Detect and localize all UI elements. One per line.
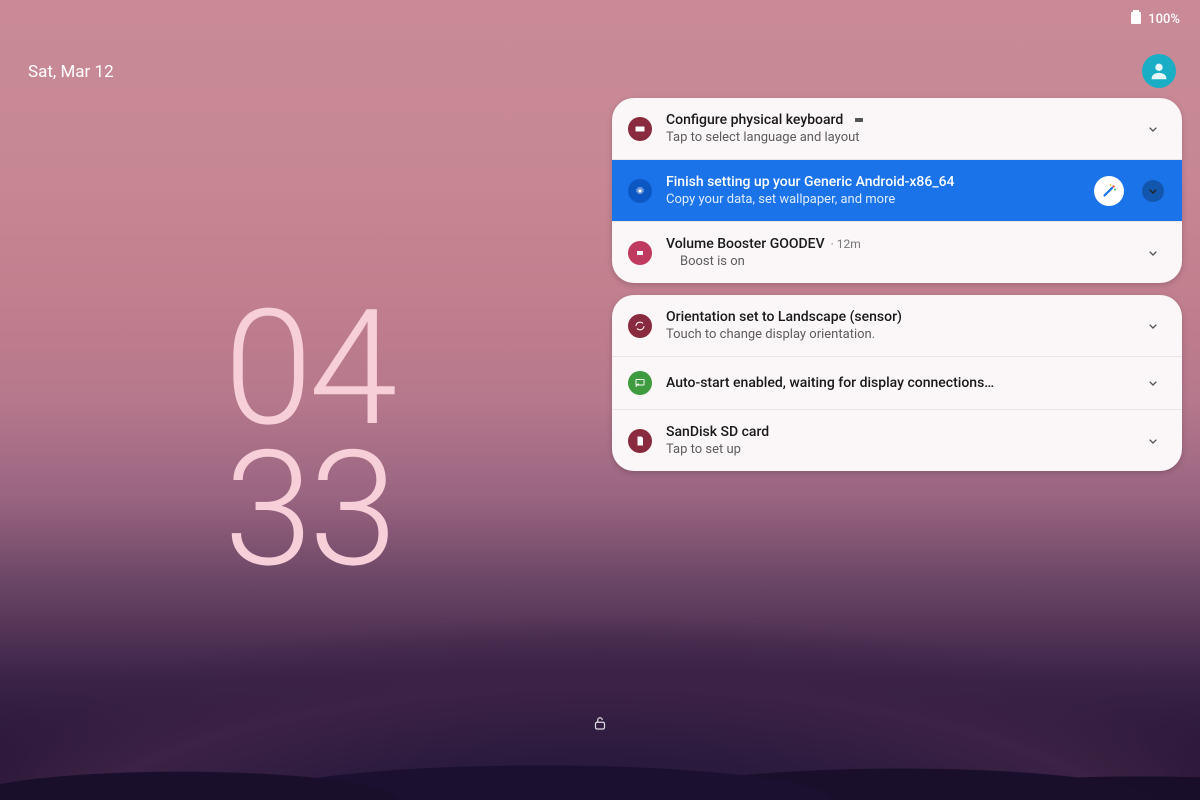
unlock-hint-icon[interactable] bbox=[591, 714, 609, 736]
clock-minutes: 33 bbox=[224, 441, 394, 582]
notification[interactable]: Configure physical keyboard Tap to select… bbox=[612, 98, 1182, 159]
expand-icon[interactable] bbox=[1142, 118, 1164, 140]
notification-title: Finish setting up your Generic Android-x… bbox=[666, 174, 955, 190]
notification-subtitle: Tap to select language and layout bbox=[666, 130, 1128, 145]
cast-icon bbox=[628, 371, 652, 395]
expand-icon[interactable] bbox=[1142, 242, 1164, 264]
gear-icon bbox=[628, 179, 652, 203]
battery-percent: 100% bbox=[1148, 12, 1180, 27]
notification-subtitle: Tap to set up bbox=[666, 442, 1128, 457]
notification-text: Configure physical keyboard Tap to select… bbox=[666, 112, 1128, 145]
keyboard-icon bbox=[628, 117, 652, 141]
notification[interactable]: Orientation set to Landscape (sensor) Tou… bbox=[612, 295, 1182, 356]
expand-icon[interactable] bbox=[1142, 372, 1164, 394]
notification-text: Auto-start enabled, waiting for display … bbox=[666, 375, 1128, 391]
notification-text: Orientation set to Landscape (sensor) Tou… bbox=[666, 309, 1128, 342]
lock-clock: 04 33 bbox=[224, 300, 394, 582]
notification-title: SanDisk SD card bbox=[666, 424, 769, 440]
user-avatar[interactable] bbox=[1142, 54, 1176, 88]
notification-subtitle: Touch to change display orientation. bbox=[666, 327, 1128, 342]
notification-shade: Configure physical keyboard Tap to select… bbox=[612, 98, 1182, 471]
notification[interactable]: SanDisk SD card Tap to set up bbox=[612, 409, 1182, 471]
expand-icon[interactable] bbox=[1142, 315, 1164, 337]
expand-icon[interactable] bbox=[1142, 180, 1164, 202]
notification-text: SanDisk SD card Tap to set up bbox=[666, 424, 1128, 457]
notification[interactable]: Auto-start enabled, waiting for display … bbox=[612, 356, 1182, 409]
notification[interactable]: Volume Booster GOODEV · 12m Boost is on bbox=[612, 221, 1182, 283]
notification-title: Volume Booster GOODEV bbox=[666, 236, 825, 252]
orientation-icon bbox=[628, 314, 652, 338]
notification-title: Auto-start enabled, waiting for display … bbox=[666, 375, 994, 391]
lock-date: Sat, Mar 12 bbox=[28, 62, 114, 82]
notification-group: Configure physical keyboard Tap to select… bbox=[612, 98, 1182, 283]
notification[interactable]: Finish setting up your Generic Android-x… bbox=[612, 159, 1182, 221]
expand-icon[interactable] bbox=[1142, 430, 1164, 452]
notification-text: Finish setting up your Generic Android-x… bbox=[666, 174, 1080, 207]
wallpaper-foreground bbox=[0, 540, 1200, 800]
notification-meta: · 12m bbox=[831, 237, 861, 251]
user-icon bbox=[1148, 60, 1170, 82]
notification-subtitle: Copy your data, set wallpaper, and more bbox=[666, 192, 1080, 207]
keyboard-chip-icon bbox=[849, 114, 865, 126]
notification-text: Volume Booster GOODEV · 12m Boost is on bbox=[666, 236, 1128, 269]
notification-group: Orientation set to Landscape (sensor) Tou… bbox=[612, 295, 1182, 471]
magic-wand-icon[interactable] bbox=[1094, 176, 1124, 206]
notification-subtitle: Boost is on bbox=[666, 254, 1128, 269]
booster-icon bbox=[628, 241, 652, 265]
status-bar: 100% bbox=[1130, 10, 1180, 28]
sdcard-icon bbox=[628, 429, 652, 453]
notification-title: Configure physical keyboard bbox=[666, 112, 843, 128]
battery-icon bbox=[1130, 10, 1142, 28]
notification-title: Orientation set to Landscape (sensor) bbox=[666, 309, 902, 325]
